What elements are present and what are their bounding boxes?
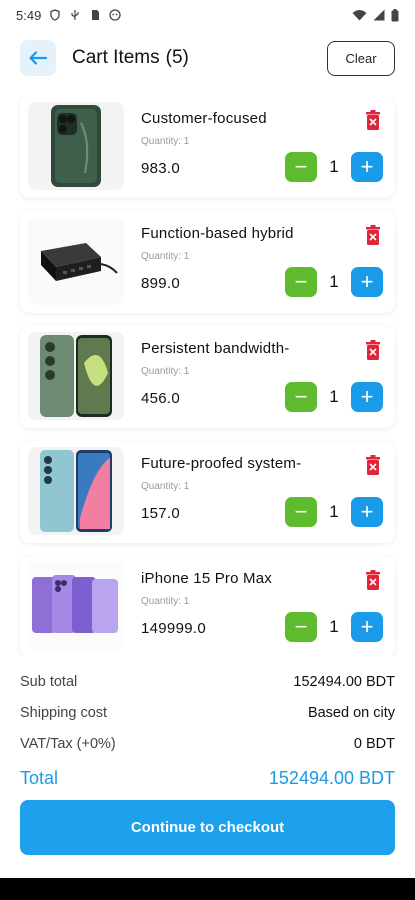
item-count: 1	[329, 502, 339, 521]
item-quantity-label: Quantity: 1	[141, 136, 190, 147]
decrease-button[interactable]: −	[285, 267, 317, 297]
delete-icon[interactable]	[365, 110, 381, 130]
decrease-button[interactable]: −	[285, 497, 317, 527]
checkout-button[interactable]: Continue to checkout	[20, 800, 395, 855]
total-row: Total 152494.00 BDT	[20, 759, 395, 797]
purple-iphones-image	[32, 575, 118, 633]
usb-icon	[71, 10, 79, 20]
item-count: 1	[329, 387, 339, 406]
quantity-stepper: − 1 +	[285, 152, 383, 182]
shipping-row: Shipping cost Based on city	[20, 697, 395, 728]
quantity-stepper: − 1 +	[285, 382, 383, 412]
robot-icon	[109, 9, 121, 21]
delete-icon[interactable]	[365, 225, 381, 245]
item-count: 1	[329, 617, 339, 636]
cart-count: (5)	[165, 47, 189, 68]
cart-item: iPhone 15 Pro Max Quantity: 1 149999.0 −…	[20, 556, 395, 656]
item-count: 1	[329, 157, 339, 176]
signal-icon	[373, 9, 385, 21]
green-iphone-image	[51, 105, 101, 187]
product-image	[28, 332, 124, 420]
increase-button[interactable]: +	[351, 612, 383, 642]
status-time: 5:49	[16, 7, 42, 23]
delete-icon[interactable]	[365, 340, 381, 360]
item-name: Function-based hybrid	[141, 225, 294, 242]
item-name: Persistent bandwidth-	[141, 340, 290, 357]
item-name: iPhone 15 Pro Max	[141, 570, 272, 587]
usb-charger-image	[41, 243, 118, 281]
increase-button[interactable]: +	[351, 152, 383, 182]
increase-button[interactable]: +	[351, 382, 383, 412]
item-price: 456.0	[141, 390, 181, 407]
quantity-stepper: − 1 +	[285, 497, 383, 527]
galaxy-f13-image	[40, 450, 112, 532]
item-count: 1	[329, 272, 339, 291]
shield-icon	[50, 9, 60, 21]
vat-value: 0 BDT	[353, 735, 395, 752]
cart-item: Persistent bandwidth- Quantity: 1 456.0 …	[20, 326, 395, 428]
subtotal-row: Sub total 152494.00 BDT	[20, 666, 395, 697]
item-quantity-label: Quantity: 1	[141, 596, 190, 607]
decrease-button[interactable]: −	[285, 152, 317, 182]
back-button[interactable]	[20, 40, 56, 76]
app-header: Cart Items (5) Clear	[0, 38, 415, 78]
product-image	[28, 562, 124, 650]
item-price: 149999.0	[141, 620, 206, 637]
system-nav-bar	[0, 878, 415, 900]
delete-icon[interactable]	[365, 455, 381, 475]
delete-icon[interactable]	[365, 570, 381, 590]
item-quantity-label: Quantity: 1	[141, 251, 190, 262]
order-summary: Sub total 152494.00 BDT Shipping cost Ba…	[0, 658, 415, 878]
increase-button[interactable]: +	[351, 497, 383, 527]
sd-card-icon	[92, 10, 100, 20]
product-image	[28, 102, 124, 190]
product-image	[28, 447, 124, 535]
product-image	[28, 217, 124, 305]
status-bar: 5:49	[0, 0, 415, 30]
page-title: Cart Items (5)	[72, 47, 189, 69]
subtotal-label: Sub total	[20, 673, 78, 690]
status-right	[352, 8, 399, 22]
increase-button[interactable]: +	[351, 267, 383, 297]
quantity-stepper: − 1 +	[285, 267, 383, 297]
cart-list[interactable]: Customer-focused Quantity: 1 983.0 − 1 +…	[0, 96, 415, 656]
cart-item: Future-proofed system- Quantity: 1 157.0…	[20, 441, 395, 543]
item-price: 157.0	[141, 505, 181, 522]
decrease-button[interactable]: −	[285, 612, 317, 642]
item-name: Future-proofed system-	[141, 455, 302, 472]
total-value: 152494.00 BDT	[268, 767, 395, 788]
wifi-icon	[352, 10, 367, 21]
cart-item: Customer-focused Quantity: 1 983.0 − 1 +	[20, 96, 395, 198]
quantity-stepper: − 1 +	[285, 612, 383, 642]
status-left: 5:49	[16, 8, 121, 23]
battery-icon	[391, 8, 399, 21]
item-quantity-label: Quantity: 1	[141, 366, 190, 377]
vat-label: VAT/Tax (+0%)	[20, 735, 116, 752]
shipping-label: Shipping cost	[20, 704, 108, 721]
page-title-text: Cart Items	[72, 47, 160, 68]
cart-item: Function-based hybrid Quantity: 1 899.0 …	[20, 211, 395, 313]
subtotal-value: 152494.00 BDT	[293, 673, 395, 690]
item-name: Customer-focused	[141, 110, 267, 127]
clear-button[interactable]: Clear	[327, 40, 395, 76]
item-quantity-label: Quantity: 1	[141, 481, 190, 492]
arrow-left-icon	[29, 51, 48, 65]
green-galaxy-image	[40, 335, 112, 417]
item-price: 899.0	[141, 275, 181, 292]
decrease-button[interactable]: −	[285, 382, 317, 412]
total-label: Total	[20, 767, 59, 788]
vat-row: VAT/Tax (+0%) 0 BDT	[20, 728, 395, 759]
item-price: 983.0	[141, 160, 181, 177]
shipping-value: Based on city	[307, 704, 395, 721]
